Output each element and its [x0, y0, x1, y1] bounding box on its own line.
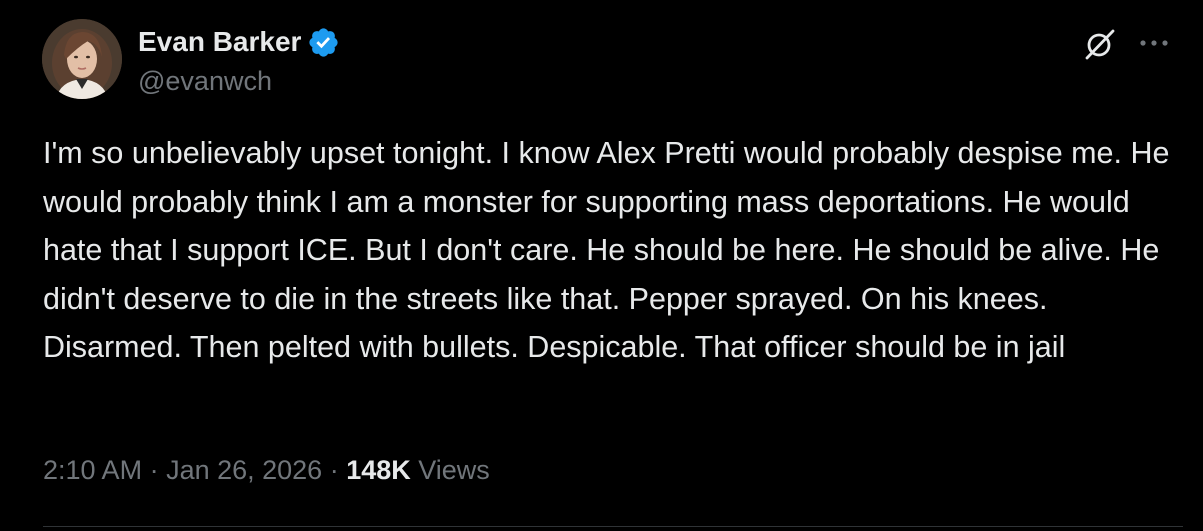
meta-separator: · [142, 455, 167, 485]
tweet-card: Evan Barker @evanwch I'm so unbelievably… [0, 0, 1203, 531]
author-name-row: Evan Barker [138, 24, 340, 60]
grok-button[interactable] [1080, 24, 1120, 64]
meta-separator: · [322, 455, 347, 485]
tweet-date[interactable]: Jan 26, 2026 [166, 455, 322, 485]
avatar[interactable] [42, 19, 122, 99]
views-label[interactable]: Views [418, 455, 490, 485]
more-options-icon [1140, 40, 1168, 46]
tweet-meta: 2:10 AM · Jan 26, 2026 · 148K Views [43, 452, 490, 488]
tweet-time[interactable]: 2:10 AM [43, 455, 142, 485]
verified-badge-icon[interactable] [307, 26, 340, 59]
grok-icon [1085, 29, 1115, 60]
author-block: Evan Barker @evanwch [138, 24, 340, 98]
views-count[interactable]: 148K [346, 455, 411, 485]
avatar-image [42, 19, 122, 99]
tweet-text: I'm so unbelievably upset tonight. I kno… [43, 136, 1178, 364]
author-display-name[interactable]: Evan Barker [138, 24, 301, 60]
author-handle[interactable]: @evanwch [138, 64, 340, 98]
divider [43, 526, 1183, 527]
more-options-button[interactable] [1134, 26, 1174, 60]
